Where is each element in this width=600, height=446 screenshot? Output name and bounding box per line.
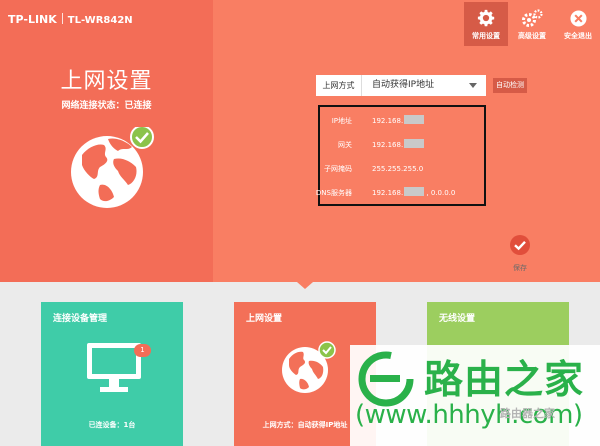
connection-status: 网络连接状态：已连接 — [0, 98, 213, 111]
redaction-mask — [404, 115, 425, 124]
redaction-mask — [404, 139, 425, 148]
save-button[interactable]: 保存 — [508, 234, 532, 273]
status-label: 网络连接状态： — [61, 101, 125, 111]
active-section-pointer — [297, 282, 313, 289]
ip-row: IP地址 192.168. — [320, 115, 484, 127]
page-title: 上网设置 — [60, 69, 153, 94]
dns-label: DNS服务器 — [315, 189, 352, 197]
nav-common-settings[interactable]: 常用设置 — [464, 2, 508, 46]
subnet-row: 子网掩码 255.255.255.0 — [320, 163, 484, 175]
method-select[interactable]: 自动获得IP地址 — [362, 75, 486, 96]
status-value: 已连接 — [124, 101, 152, 111]
gateway-value: 192.168. — [372, 141, 404, 149]
gateway-row: 网关 192.168. — [320, 139, 484, 151]
redaction-mask — [404, 187, 425, 196]
card-device-management[interactable]: 连接设备管理 1 已连设备：1台 — [41, 302, 183, 446]
subnet-label: 子网掩码 — [324, 165, 352, 173]
card-wireless-title: 无线设置 — [439, 314, 476, 324]
nav-common-settings-label: 常用设置 — [472, 32, 500, 40]
nav-logout-label: 安全退出 — [564, 32, 592, 40]
close-icon — [556, 8, 600, 28]
nav-logout[interactable]: 安全退出 — [556, 2, 600, 46]
gears-icon — [510, 8, 554, 28]
card-device-title: 连接设备管理 — [53, 314, 108, 324]
dns-value: 192.168. — [372, 189, 404, 197]
gateway-label: 网关 — [338, 141, 352, 149]
ip-value: 192.168. — [372, 117, 404, 125]
top-nav: 常用设置 高级设置 安全退出 — [462, 2, 600, 46]
dropdown-arrow-icon — [469, 83, 477, 88]
dns-value-secondary: , 0.0.0.0 — [426, 189, 456, 197]
nav-advanced-settings[interactable]: 高级设置 — [510, 2, 554, 46]
method-select-value: 自动获得IP地址 — [372, 80, 435, 90]
nav-advanced-settings-label: 高级设置 — [518, 32, 546, 40]
model-name: TL-WR842N — [67, 15, 133, 26]
card-network-title: 上网设置 — [246, 314, 283, 324]
subnet-value: 255.255.255.0 — [372, 165, 424, 173]
watermark-text: 路由之家 — [424, 358, 585, 403]
brand-logo: TP-LINK TL-WR842N — [8, 13, 133, 26]
device-count-badge: 1 — [134, 344, 151, 357]
globe-icon — [280, 340, 336, 400]
ip-label: IP地址 — [331, 117, 352, 125]
globe-icon — [70, 125, 160, 217]
watermark-logo-icon — [358, 351, 414, 407]
dns-row: DNS服务器 192.168. , 0.0.0.0 — [316, 187, 484, 199]
watermark-small-text: 路由器之家 — [500, 407, 555, 420]
network-info-box: IP地址 192.168. 网关 192.168. 子网掩码 255.255.2… — [316, 105, 486, 206]
method-label: 上网方式 — [316, 75, 362, 96]
brand-name: TP-LINK — [8, 13, 57, 26]
card-device-footer: 已连设备：1台 — [88, 421, 136, 429]
gear-icon — [464, 8, 508, 28]
save-label: 保存 — [513, 264, 527, 272]
auto-detect-button[interactable]: 自动检测 — [493, 78, 527, 93]
check-icon — [510, 235, 530, 255]
left-panel: TP-LINK TL-WR842N 上网设置 网络连接状态：已连接 — [0, 0, 213, 282]
